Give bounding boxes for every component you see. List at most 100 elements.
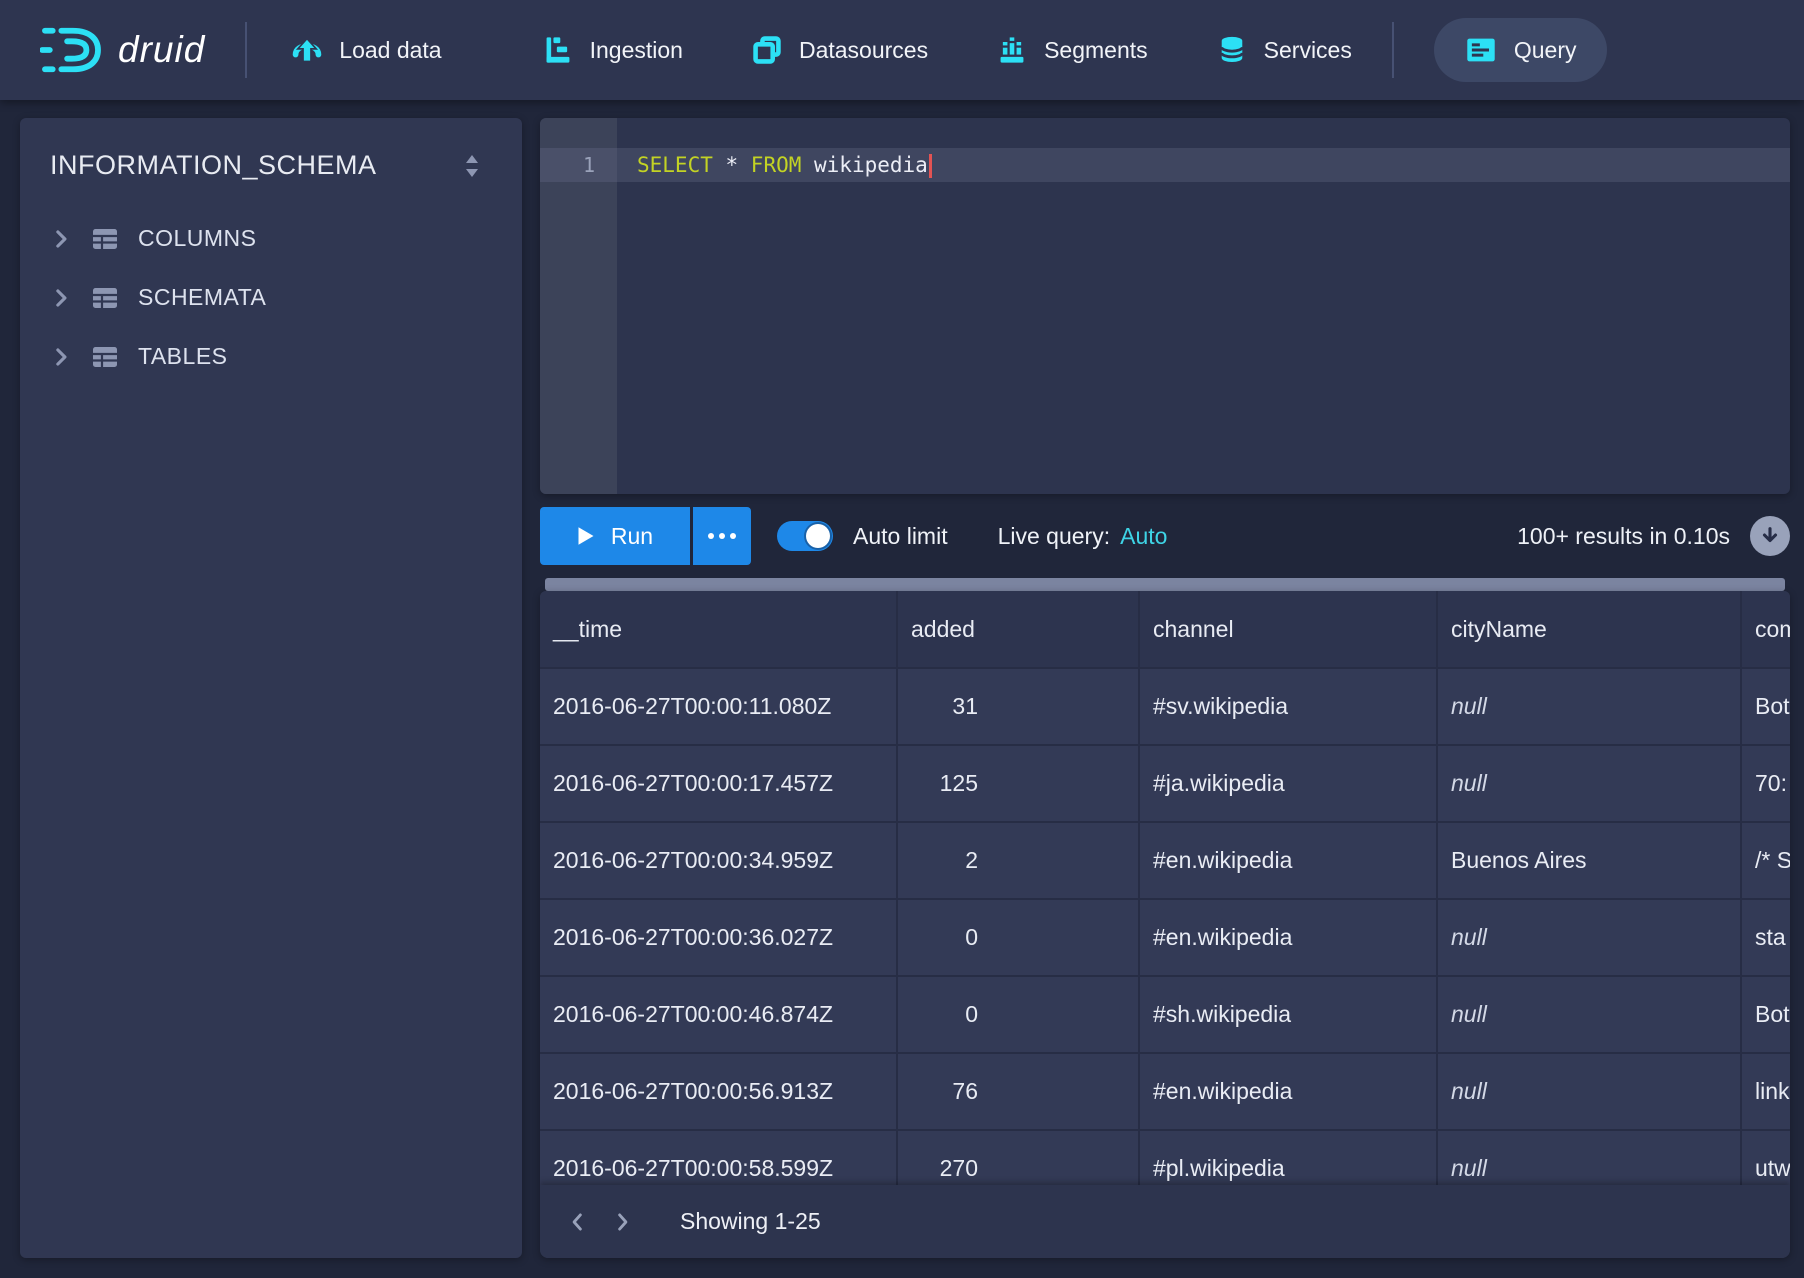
- results-summary-group: 100+ results in 0.10s: [1517, 516, 1790, 556]
- nav-divider: [1392, 22, 1394, 78]
- table-cell[interactable]: 2016-06-27T00:00:46.874Z: [540, 977, 898, 1054]
- showing-label: Showing 1-25: [680, 1208, 821, 1235]
- column-header[interactable]: cityName: [1438, 591, 1742, 669]
- top-navbar: druid Load data Ingestion: [0, 0, 1804, 100]
- table-cell[interactable]: 0: [898, 977, 1140, 1054]
- table-cell[interactable]: 76: [898, 1054, 1140, 1131]
- nav-item-label: Ingestion: [590, 37, 683, 64]
- nav-item-label: Query: [1514, 37, 1577, 64]
- table-cell[interactable]: #ja.wikipedia: [1140, 746, 1438, 823]
- results-header: __time added channel cityName comment: [540, 591, 1790, 669]
- nav-item-datasources[interactable]: Datasources: [751, 34, 928, 66]
- table-cell[interactable]: #en.wikipedia: [1140, 1054, 1438, 1131]
- tree-item-tables[interactable]: TABLES: [20, 327, 522, 386]
- prev-page-button[interactable]: [556, 1200, 600, 1244]
- table-cell[interactable]: #en.wikipedia: [1140, 900, 1438, 977]
- bar-chart-icon: [996, 34, 1028, 66]
- results-summary: 100+ results in 0.10s: [1517, 523, 1730, 550]
- table-cell[interactable]: sta: [1742, 900, 1790, 977]
- schema-title: INFORMATION_SCHEMA: [50, 150, 377, 181]
- table-icon: [90, 343, 120, 371]
- table-cell[interactable]: Bot: [1742, 977, 1790, 1054]
- next-page-button[interactable]: [600, 1200, 644, 1244]
- database-cylinder-icon: [1216, 34, 1248, 66]
- column-header[interactable]: added: [898, 591, 1140, 669]
- druid-console: { "navbar": { "logo_text": "druid", "ite…: [0, 0, 1804, 1278]
- live-query-label: Live query:: [998, 523, 1111, 550]
- table-cell[interactable]: 2016-06-27T00:00:56.913Z: [540, 1054, 898, 1131]
- table-cell[interactable]: 0: [898, 900, 1140, 977]
- double-caret-vertical-icon: [458, 151, 486, 181]
- table-cell[interactable]: /* S: [1742, 823, 1790, 900]
- table-icon: [90, 225, 120, 253]
- chevron-right-icon[interactable]: [50, 285, 72, 311]
- table-cell[interactable]: 2: [898, 823, 1140, 900]
- scrollbar-thumb[interactable]: [545, 578, 1785, 591]
- download-button[interactable]: [1750, 516, 1790, 556]
- druid-logo[interactable]: druid: [40, 23, 205, 77]
- run-more-button[interactable]: [693, 507, 751, 565]
- nav-item-label: Datasources: [799, 37, 928, 64]
- table-cell[interactable]: null: [1438, 900, 1742, 977]
- results-body: 2016-06-27T00:00:11.080Z31#sv.wikipedian…: [540, 669, 1790, 1208]
- table-cell[interactable]: #sv.wikipedia: [1140, 669, 1438, 746]
- column-header[interactable]: channel: [1140, 591, 1438, 669]
- tree-item-label: TABLES: [138, 343, 228, 370]
- nav-item-query[interactable]: Query: [1434, 18, 1607, 82]
- table-row: 2016-06-27T00:00:46.874Z0#sh.wikipedianu…: [540, 977, 1790, 1054]
- nav-divider: [245, 22, 247, 78]
- auto-limit-toggle[interactable]: [777, 521, 833, 551]
- tree-item-label: COLUMNS: [138, 225, 257, 252]
- code-line: SELECT * FROM wikipedia: [617, 148, 1790, 182]
- nav-item-services[interactable]: Services: [1216, 34, 1352, 66]
- live-query-value: Auto: [1120, 523, 1167, 550]
- druid-logo-icon: [40, 23, 102, 77]
- download-arrow-icon: [1759, 525, 1781, 547]
- pagination-footer: Showing 1-25: [540, 1185, 1790, 1258]
- nav-item-ingestion[interactable]: Ingestion: [542, 34, 683, 66]
- code-token: SELECT: [637, 153, 713, 177]
- nav-item-load-data[interactable]: Load data: [291, 34, 441, 66]
- table-row: 2016-06-27T00:00:36.027Z0#en.wikipedianu…: [540, 900, 1790, 977]
- horizontal-scrollbar[interactable]: [540, 578, 1790, 591]
- column-header[interactable]: __time: [540, 591, 898, 669]
- tree-item-schemata[interactable]: SCHEMATA: [20, 268, 522, 327]
- ingestion-steps-icon: [542, 34, 574, 66]
- chevron-right-icon[interactable]: [50, 344, 72, 370]
- table-row: 2016-06-27T00:00:17.457Z125#ja.wikipedia…: [540, 746, 1790, 823]
- table-cell[interactable]: 2016-06-27T00:00:11.080Z: [540, 669, 898, 746]
- code-area[interactable]: SELECT * FROM wikipedia: [617, 118, 1790, 494]
- table-cell[interactable]: null: [1438, 746, 1742, 823]
- nav-item-segments[interactable]: Segments: [996, 34, 1148, 66]
- auto-limit-label: Auto limit: [853, 523, 948, 550]
- table-cell[interactable]: null: [1438, 977, 1742, 1054]
- table-cell[interactable]: link: [1742, 1054, 1790, 1131]
- run-button[interactable]: Run: [540, 507, 690, 565]
- stacked-squares-icon: [751, 34, 783, 66]
- schema-tree: COLUMNS SCHEMATA TABLES: [20, 209, 522, 386]
- code-token: wikipedia: [801, 153, 927, 177]
- table-cell[interactable]: 125: [898, 746, 1140, 823]
- chevron-right-icon: [611, 1209, 633, 1235]
- chevron-right-icon[interactable]: [50, 226, 72, 252]
- table-cell[interactable]: #sh.wikipedia: [1140, 977, 1438, 1054]
- table-cell[interactable]: 2016-06-27T00:00:34.959Z: [540, 823, 898, 900]
- schema-selector[interactable]: INFORMATION_SCHEMA: [20, 118, 522, 189]
- upload-icon: [291, 34, 323, 66]
- table-cell[interactable]: Buenos Aires: [1438, 823, 1742, 900]
- table-cell[interactable]: 2016-06-27T00:00:36.027Z: [540, 900, 898, 977]
- chevron-left-icon: [567, 1209, 589, 1235]
- sql-editor[interactable]: 1 SELECT * FROM wikipedia: [540, 118, 1790, 494]
- table-cell[interactable]: 70:: [1742, 746, 1790, 823]
- table-cell[interactable]: null: [1438, 1054, 1742, 1131]
- run-button-label: Run: [611, 523, 653, 550]
- live-query-control[interactable]: Live query: Auto: [998, 523, 1168, 550]
- table-cell[interactable]: 2016-06-27T00:00:17.457Z: [540, 746, 898, 823]
- table-cell[interactable]: null: [1438, 669, 1742, 746]
- table-cell[interactable]: 31: [898, 669, 1140, 746]
- nav-item-label: Services: [1264, 37, 1352, 64]
- table-cell[interactable]: #en.wikipedia: [1140, 823, 1438, 900]
- tree-item-columns[interactable]: COLUMNS: [20, 209, 522, 268]
- column-header[interactable]: comment: [1742, 591, 1790, 669]
- table-cell[interactable]: Bot: [1742, 669, 1790, 746]
